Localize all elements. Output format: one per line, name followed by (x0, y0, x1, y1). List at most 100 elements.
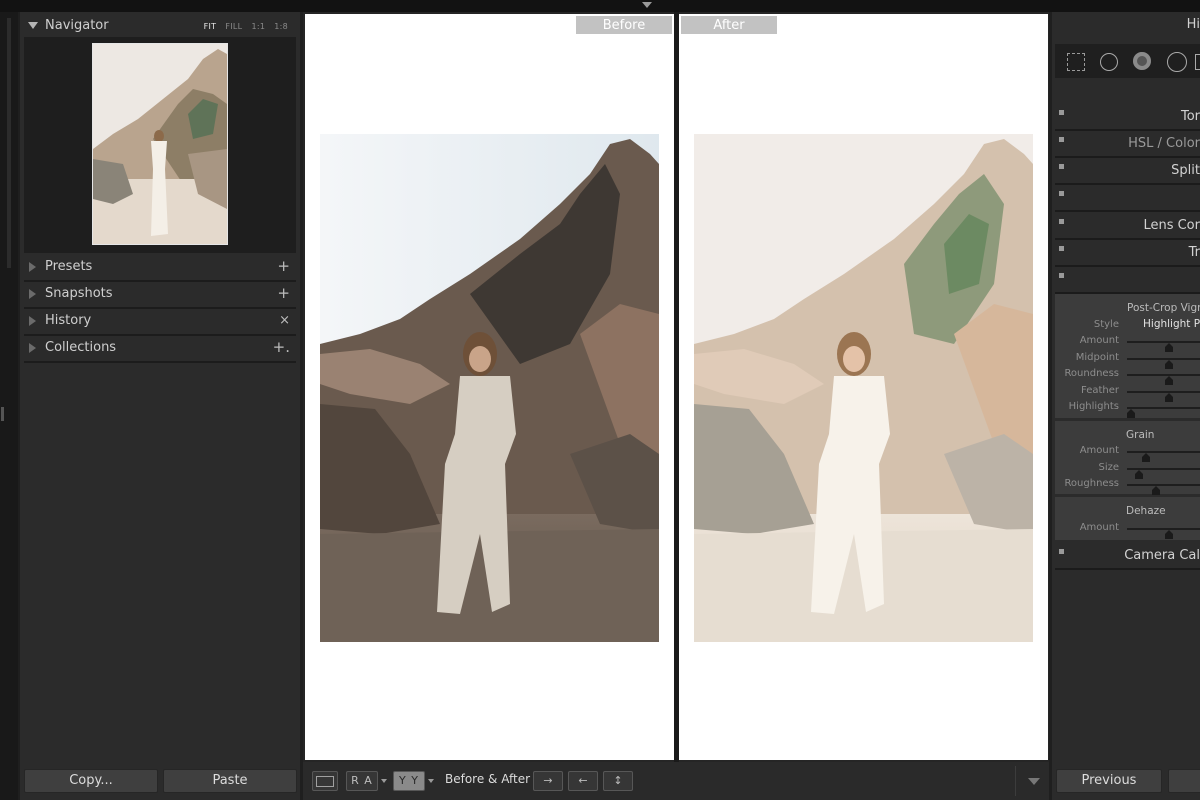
slider-knob-icon[interactable] (1165, 370, 1174, 385)
slider-knob-icon[interactable] (1152, 480, 1161, 495)
before-label: Before (576, 16, 672, 34)
before-after-split-button[interactable]: Y Y (393, 771, 425, 791)
before-photo[interactable] (320, 134, 659, 642)
dropdown-arrow-icon[interactable] (381, 779, 387, 783)
post-crop-vignetting-group: Post-Crop Vigne Style Highlight Pr Amoun… (1055, 294, 1200, 418)
style-value[interactable]: Highlight Pr (1143, 318, 1200, 330)
red-eye-icon[interactable] (1133, 52, 1151, 70)
slider-track[interactable] (1127, 484, 1200, 495)
panel-camera-calibration[interactable]: Camera Cal (1055, 543, 1200, 570)
top-panel-toggle-icon[interactable] (642, 2, 652, 8)
expand-triangle-icon[interactable] (29, 316, 36, 326)
panel-toggle-icon[interactable] (1059, 246, 1064, 251)
graduated-filter-icon[interactable] (1167, 52, 1187, 72)
history-label: History (45, 313, 92, 328)
center-toolbar: R A Y Y Before & After : → ← ↕ (303, 762, 1049, 800)
panel-presets[interactable]: Presets + (24, 254, 296, 282)
clear-history-icon[interactable]: × (279, 313, 290, 328)
expand-triangle-icon[interactable] (29, 262, 36, 272)
slider-knob-icon[interactable] (1134, 464, 1143, 479)
panel-effects-header[interactable] (1055, 267, 1200, 294)
tool-strip (1055, 44, 1200, 78)
paste-button[interactable]: Paste (163, 769, 297, 793)
navigator-thumbnail[interactable] (92, 43, 228, 245)
collapse-triangle-icon[interactable] (28, 22, 38, 29)
zoom-fit[interactable]: FIT (204, 22, 217, 31)
panel-toggle-icon[interactable] (1059, 164, 1064, 169)
navigator-header[interactable]: Navigator FIT FILL 1:1 1:8 (24, 14, 296, 38)
expand-triangle-icon[interactable] (29, 343, 36, 353)
slider-track[interactable] (1127, 467, 1200, 479)
panel-toggle-icon[interactable] (1059, 273, 1064, 278)
hsl-color-label: HSL / Color (1128, 136, 1200, 151)
panel-snapshots[interactable]: Snapshots + (24, 281, 296, 309)
panel-lens-corrections[interactable]: Lens Cor (1055, 213, 1200, 240)
left-scrollbar[interactable] (7, 18, 11, 268)
toolbar-options-icon[interactable] (1028, 778, 1040, 785)
slider-track[interactable] (1127, 390, 1200, 402)
left-panel-gutter (0, 12, 18, 800)
split-toning-label: Split (1171, 163, 1200, 178)
panel-tone-curve[interactable]: Tor (1055, 104, 1200, 131)
left-bottom-bar: Copy... Paste (20, 762, 300, 800)
panel-history[interactable]: History × (24, 308, 296, 336)
slider-label: Highlights (1068, 401, 1119, 412)
copy-before-to-after-button[interactable]: → (533, 771, 563, 791)
panel-toggle-icon[interactable] (1059, 191, 1064, 196)
panel-transform[interactable]: Tr (1055, 240, 1200, 267)
thumbnail-image (93, 44, 227, 244)
toolbar-divider (1015, 766, 1016, 796)
slider-track[interactable] (1127, 357, 1200, 369)
slider-track[interactable] (1126, 407, 1200, 418)
slider-knob-icon[interactable] (1165, 337, 1174, 352)
slider-knob-icon[interactable] (1165, 524, 1174, 539)
right-bottom-bar: Previous (1052, 762, 1200, 800)
previous-button[interactable]: Previous (1056, 769, 1162, 793)
crop-overlay-icon[interactable] (1067, 53, 1085, 71)
slider-label: Feather (1080, 384, 1119, 396)
slider-knob-icon[interactable] (1141, 447, 1150, 462)
spot-removal-icon[interactable] (1100, 53, 1118, 71)
before-after-label: Before & After : (445, 772, 538, 786)
slider-track[interactable] (1127, 528, 1200, 539)
after-photo[interactable] (694, 134, 1033, 642)
dropdown-arrow-icon[interactable] (428, 779, 434, 783)
panel-detail[interactable] (1055, 185, 1200, 212)
zoom-1-8[interactable]: 1:8 (274, 22, 288, 31)
panel-collections[interactable]: Collections +. (24, 335, 296, 363)
loupe-icon (316, 776, 334, 787)
expand-triangle-icon[interactable] (29, 289, 36, 299)
histogram-header[interactable]: Hi (1055, 12, 1200, 42)
slider-label: Roundness (1064, 368, 1119, 379)
histogram-label: Hi (1186, 17, 1200, 32)
grain-title: Grain (1126, 429, 1155, 441)
slider-knob-icon[interactable] (1165, 387, 1174, 402)
slider-track[interactable] (1127, 374, 1200, 385)
left-panel-toggle-icon[interactable] (1, 407, 4, 421)
panel-toggle-icon[interactable] (1059, 219, 1064, 224)
panel-split-toning[interactable]: Split (1055, 158, 1200, 185)
add-snapshot-icon[interactable]: + (277, 284, 290, 302)
adjustment-brush-icon[interactable] (1195, 54, 1200, 70)
copy-after-to-before-button[interactable]: ← (568, 771, 598, 791)
grain-group: Grain Amount Size Roughness (1055, 421, 1200, 495)
slider-knob-icon[interactable] (1165, 354, 1174, 369)
copy-button[interactable]: Copy... (24, 769, 158, 793)
zoom-1-1[interactable]: 1:1 (251, 22, 265, 31)
panel-toggle-icon[interactable] (1059, 137, 1064, 142)
slider-track[interactable] (1127, 451, 1200, 462)
panel-hsl-color[interactable]: HSL / Color (1055, 131, 1200, 158)
swap-before-after-button[interactable]: ↕ (603, 771, 633, 791)
before-after-lr-button[interactable]: R A (346, 771, 378, 791)
reset-button[interactable] (1168, 769, 1200, 793)
slider-label: Roughness (1064, 478, 1119, 489)
loupe-view-button[interactable] (312, 771, 338, 791)
panel-toggle-icon[interactable] (1059, 549, 1064, 554)
zoom-fill[interactable]: FILL (225, 22, 242, 31)
add-collection-icon[interactable]: +. (273, 338, 290, 356)
slider-knob-icon[interactable] (1126, 403, 1135, 418)
add-preset-icon[interactable]: + (277, 257, 290, 275)
panel-toggle-icon[interactable] (1059, 110, 1064, 115)
navigator-zoom-options: FIT FILL 1:1 1:8 (195, 22, 288, 31)
slider-track[interactable] (1127, 341, 1200, 352)
